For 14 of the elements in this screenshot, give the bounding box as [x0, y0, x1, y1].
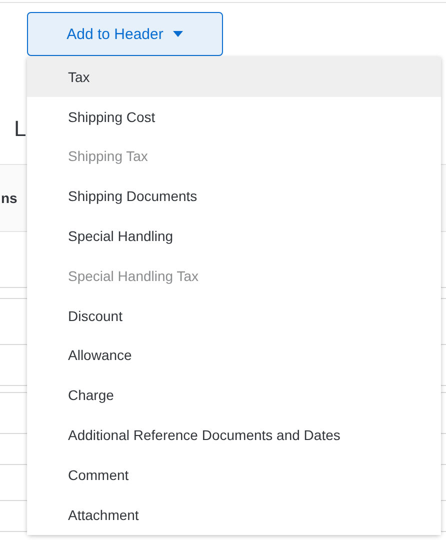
menu-item[interactable]: Shipping Documents — [27, 176, 441, 216]
menu-item[interactable]: Attachment — [27, 494, 441, 535]
menu-item[interactable]: Tax — [27, 57, 441, 97]
add-to-header-button[interactable]: Add to Header — [27, 12, 223, 56]
menu-item[interactable]: Shipping Cost — [27, 96, 441, 137]
column-header: ns — [1, 190, 18, 206]
menu-item[interactable]: Special Handling — [27, 216, 441, 256]
menu-item[interactable]: Comment — [27, 454, 441, 495]
section-heading: L — [14, 116, 28, 143]
menu-item[interactable]: Additional Reference Documents and Dates — [27, 415, 441, 455]
menu-item[interactable]: Allowance — [27, 336, 441, 376]
menu-item[interactable]: Charge — [27, 375, 441, 416]
caret-icon — [173, 31, 184, 37]
menu-item[interactable]: Discount — [27, 296, 441, 336]
